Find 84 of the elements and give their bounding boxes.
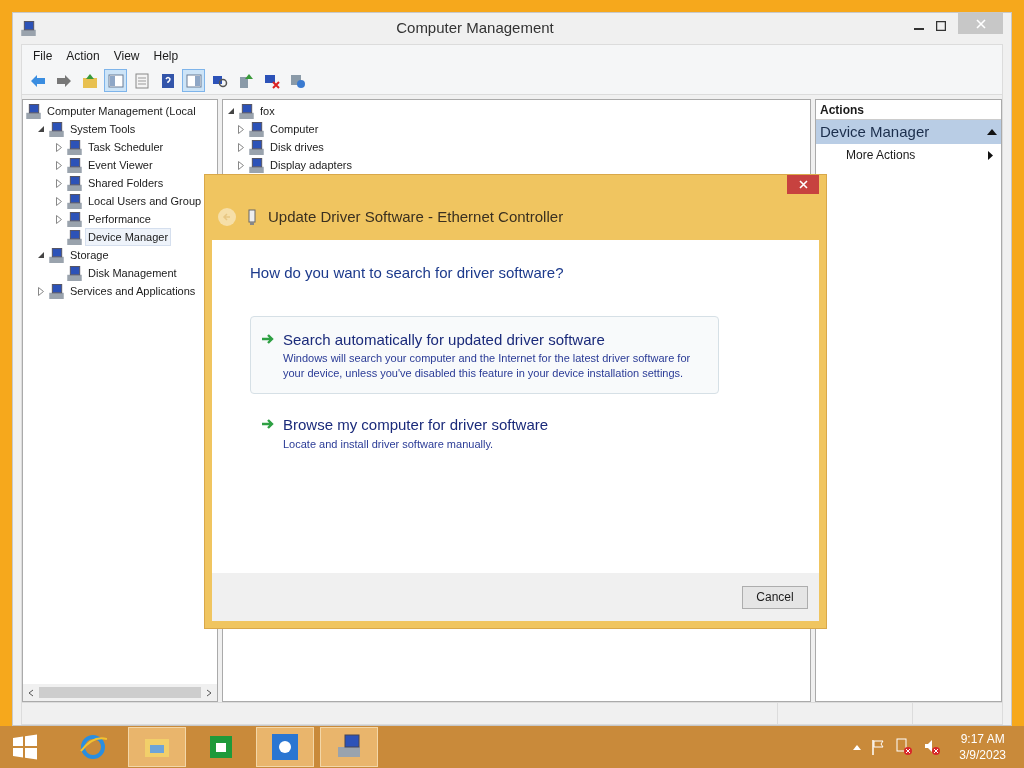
- dialog-title: Update Driver Software - Ethernet Controller: [268, 206, 564, 227]
- node-icon: [67, 265, 82, 281]
- actions-section-header[interactable]: Device Manager: [816, 120, 1001, 144]
- node-icon: [239, 103, 254, 119]
- maximize-icon[interactable]: [936, 21, 946, 31]
- collapsed-arrow-icon[interactable]: [238, 142, 244, 152]
- tree-item[interactable]: Task Scheduler: [85, 137, 167, 157]
- dialog-close-button[interactable]: [787, 175, 819, 194]
- close-icon: [975, 18, 986, 29]
- node-icon: [249, 139, 264, 155]
- node-icon: [49, 121, 64, 137]
- tree-item[interactable]: Event Viewer: [85, 155, 156, 175]
- expanded-arrow-icon[interactable]: [38, 252, 44, 258]
- node-icon: [67, 175, 82, 191]
- cancel-button[interactable]: Cancel: [742, 585, 808, 609]
- actions-section-title: Device Manager: [820, 121, 930, 142]
- node-icon: [49, 283, 64, 299]
- collapsed-arrow-icon[interactable]: [56, 178, 62, 188]
- tree-item[interactable]: Performance: [85, 209, 154, 229]
- expanded-arrow-icon[interactable]: [228, 108, 234, 114]
- tree-item[interactable]: Computer Management (Local: [44, 101, 199, 121]
- menu-item[interactable]: View: [106, 47, 147, 65]
- taskbar-button[interactable]: [256, 727, 314, 767]
- dialog-heading: How do you want to search for driver software?: [250, 263, 565, 283]
- tree-item[interactable]: Local Users and Group: [85, 191, 205, 211]
- node-icon: [49, 247, 64, 263]
- taskbar-button[interactable]: [320, 727, 378, 767]
- tree-item[interactable]: Device Manager: [85, 227, 172, 247]
- collapsed-arrow-icon[interactable]: [238, 124, 244, 134]
- option-link[interactable]: [250, 315, 719, 394]
- tree-item[interactable]: Disk Management: [85, 263, 180, 283]
- expanded-arrow-icon[interactable]: [38, 126, 44, 132]
- network-icon[interactable]: [895, 738, 914, 756]
- node-icon: [67, 211, 82, 227]
- show-hidden-icons-icon[interactable]: [853, 744, 862, 750]
- node-icon: [67, 139, 82, 155]
- tree-item[interactable]: fox: [257, 101, 278, 121]
- window-title: Computer Management: [396, 18, 554, 39]
- node-icon: [249, 121, 264, 137]
- option-description: Windows will search your computer and the Internet for the latest driver software for your device, unless you've disabled this feature in your device installation settings.: [283, 351, 692, 381]
- option-link[interactable]: Browse my computer for driver software Locate and install driver software manually.: [250, 401, 719, 465]
- tree-item[interactable]: Display adapters: [267, 155, 355, 175]
- collapsed-arrow-icon[interactable]: [56, 196, 62, 206]
- scroll-left-icon[interactable]: [27, 688, 35, 697]
- node-icon: [26, 103, 41, 119]
- collapse-arrow-icon[interactable]: [987, 129, 997, 135]
- tree-item[interactable]: Services and Applications: [67, 281, 199, 301]
- tree-item[interactable]: Disk drives: [267, 137, 327, 157]
- tree-item[interactable]: System Tools: [67, 119, 139, 139]
- node-icon: [249, 157, 264, 173]
- collapsed-arrow-icon[interactable]: [56, 160, 62, 170]
- horizontal-scrollbar[interactable]: [23, 684, 217, 701]
- collapsed-arrow-icon[interactable]: [238, 160, 244, 170]
- arrow-icon: [261, 332, 275, 345]
- option-title: Browse my computer for driver software: [283, 415, 549, 435]
- tree-pane-icon[interactable]: [104, 69, 127, 92]
- tree-item[interactable]: Shared Folders: [85, 173, 167, 193]
- scroll-right-icon[interactable]: [205, 688, 213, 697]
- option-title: Search automatically for updated driver software: [283, 329, 606, 350]
- action-link[interactable]: More Actions: [846, 146, 916, 164]
- flag-icon[interactable]: [871, 739, 886, 755]
- node-icon: [67, 193, 82, 209]
- tree-item[interactable]: Computer: [267, 119, 322, 139]
- actions-header: Actions: [820, 101, 864, 119]
- node-icon: [67, 157, 82, 173]
- menu-item[interactable]: File: [26, 47, 60, 65]
- network-adapter-icon: [248, 209, 256, 225]
- close-icon: [798, 180, 808, 189]
- node-icon: [21, 21, 36, 36]
- collapsed-arrow-icon[interactable]: [38, 286, 44, 296]
- store-icon: [207, 733, 235, 761]
- option-description: Locate and install driver software manually.: [283, 436, 495, 452]
- browser-icon: [79, 733, 107, 761]
- speaker-muted-icon[interactable]: [923, 738, 942, 756]
- arrow-icon: [261, 418, 275, 430]
- collapsed-arrow-icon[interactable]: [56, 142, 62, 152]
- menu-item[interactable]: Help: [146, 47, 186, 65]
- start-icon[interactable]: [12, 734, 38, 760]
- back-arrow-icon: [222, 212, 232, 222]
- menu-item[interactable]: Action: [59, 47, 107, 65]
- tree-item[interactable]: Storage: [67, 245, 112, 265]
- collapsed-arrow-icon[interactable]: [56, 214, 62, 224]
- node-icon: [67, 229, 82, 245]
- submenu-arrow-icon: [988, 150, 993, 160]
